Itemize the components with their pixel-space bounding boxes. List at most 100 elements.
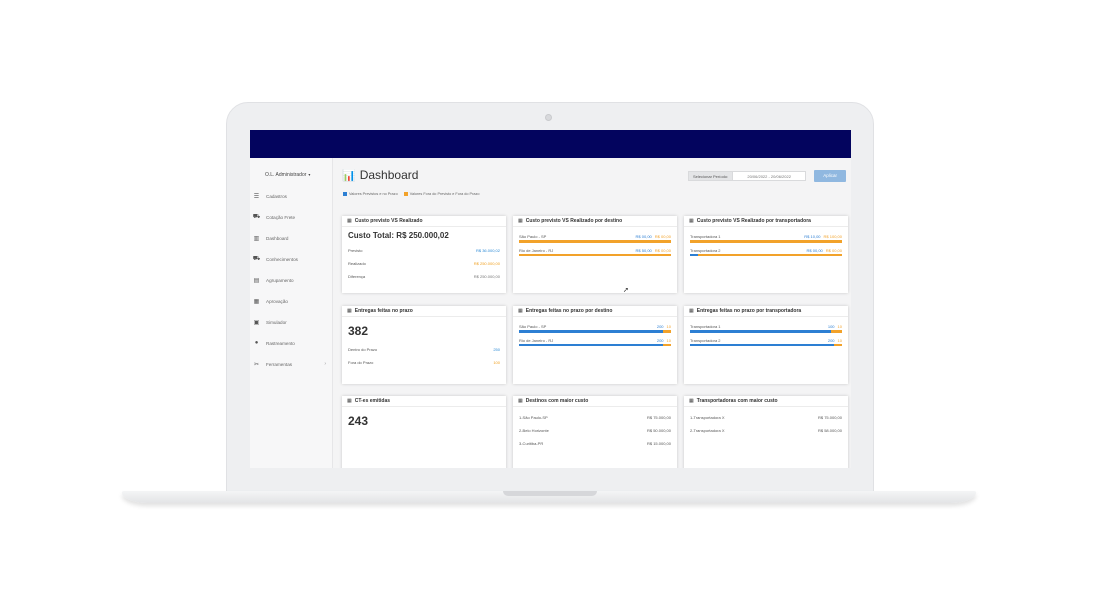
card-header: ▦ Entregas feitas no prazo — [342, 306, 506, 317]
sidebar-item-label: Conhecimentos — [266, 256, 298, 262]
bar-list: Transportadora 1 R$ 10,00 R$ 100,00 Transpo… — [684, 227, 848, 265]
page-title: 📊 Dashboard — [342, 168, 418, 182]
sidebar-item-label: Simulador — [266, 319, 287, 325]
sidebar-item-ferramentas[interactable]: ✂ Ferramentas › — [253, 358, 329, 370]
user-menu[interactable]: O.L. Administrador ▾ — [265, 172, 310, 178]
kv-value: 100 — [493, 360, 500, 365]
bar-track — [519, 330, 671, 333]
sidebar-item-rastreamento[interactable]: ● Rastreamento — [253, 337, 329, 349]
bar-value-orange: R$ 100,00 — [823, 234, 842, 239]
bar-fill-orange — [519, 253, 671, 256]
list-item-label: 2-Belo Horizonte — [519, 428, 549, 433]
bar-fill-blue — [519, 330, 664, 333]
bar-row: São Paulo - SP 200 10 — [519, 324, 671, 333]
sidebar-item-agrupamento[interactable]: ▤ Agrupamento — [253, 274, 329, 286]
card-title: CT-es emitidas — [354, 398, 391, 404]
period-label: Selecionar Período: — [688, 171, 734, 181]
bar-list: São Paulo - SP 200 10 Rio de Janeiro - RJ 20… — [513, 317, 677, 355]
kv-row: Realizado R$ 250.000,00 — [348, 257, 500, 270]
bar-value-blue: R$ 10,00 — [804, 234, 821, 239]
kv-value: R$ 250.000,00 — [473, 261, 500, 266]
file-check-icon: ▦ — [253, 298, 260, 305]
card-cost-total: ▦ Custo previsto VS Realizado Custo Total… — [342, 216, 506, 293]
sidebar-item-label: Rastreamento — [266, 340, 295, 346]
card-top-destinations: ▦ Destinos com maior custo 1-São Paulo-SP… — [513, 396, 677, 468]
bar-fill-blue — [690, 330, 832, 333]
bar-fill-blue — [690, 343, 835, 346]
deliveries-count: 382 — [348, 324, 369, 338]
bar-fill-orange — [690, 253, 842, 256]
card-cost-by-carrier: ▦ Custo previsto VS Realizado por transpo… — [684, 216, 848, 293]
bar-value-orange: 10 — [837, 337, 842, 343]
card-header: ▦ Transportadoras com maior custo — [684, 396, 848, 407]
kv-label: Realizado — [348, 261, 366, 266]
clipboard-icon: ▤ — [253, 277, 260, 284]
card-cost-by-destination: ▦ Custo previsto VS Realizado por destino… — [513, 216, 677, 293]
map-marker-icon: ● — [254, 340, 259, 346]
card-header: ▦ CT-es emitidas — [342, 396, 506, 407]
card-title: Custo previsto VS Realizado por transpor… — [696, 218, 811, 224]
sidebar-item-cota-o-frete[interactable]: ⛟ Cotação Frete — [253, 211, 329, 223]
file-icon: ▦ — [518, 398, 523, 404]
file-icon: ▦ — [689, 218, 694, 224]
file-icon: ▦ — [518, 218, 523, 224]
bar-row: São Paulo - SP R$ 00,00 R$ 00,00 — [519, 234, 671, 243]
sidebar-item-conhecimentos[interactable]: ⛟ Conhecimentos — [253, 253, 329, 265]
card-cte: ▦ CT-es emitidas 243 — [342, 396, 506, 468]
bar-row: Rio de Janeiro - RJ 200 10 — [519, 337, 671, 346]
list-item-value: R$ 75.000,00 — [646, 415, 671, 420]
sidebar-item-label: Dashboard — [266, 235, 289, 241]
file-icon: ▦ — [347, 398, 352, 404]
card-title: Entregas feitas no prazo por transportad… — [696, 308, 802, 314]
list-item-label: 2-Transportadora X — [690, 428, 725, 433]
wrench-icon: ✂ — [253, 361, 260, 368]
caret-down-icon: ▾ — [308, 172, 311, 177]
bar-label: São Paulo - SP — [519, 324, 547, 329]
sidebar-item-label: Cotação Frete — [266, 214, 296, 220]
bar-value-blue: 100 — [827, 324, 835, 329]
bar-track — [690, 253, 842, 256]
sidebar-item-dashboard[interactable]: ▥ Dashboard — [253, 232, 329, 244]
page-title-text: Dashboard — [359, 168, 419, 182]
bar-list: Transportadora 1 100 10 Transportadora 2 200… — [684, 317, 848, 355]
sidebar-item-label: Aprovação — [266, 298, 288, 304]
file-icon: ▦ — [518, 308, 523, 314]
card-header: ▦ Entregas feitas no prazo por transporta… — [684, 306, 848, 317]
bar-fill-orange — [690, 240, 842, 243]
bar-value-blue: 200 — [656, 337, 664, 343]
bar-chart-icon: 📊 — [342, 169, 356, 182]
period-input[interactable]: 20/06/2022 - 20/06/2022 — [733, 171, 807, 181]
list-item-label: 1-Transportadora X — [690, 415, 725, 420]
card-title: Entregas feitas no prazo — [354, 308, 413, 314]
bar-label: Transportadora 2 — [690, 247, 721, 253]
kv-label: Diferença — [348, 274, 366, 279]
kv-row: Diferença R$ 250.000,00 — [348, 270, 500, 283]
bar-track — [690, 240, 842, 243]
sidebar-item-label: Cadastros — [266, 193, 287, 199]
bar-row: Transportadora 2 R$ 00,00 R$ 00,00 — [690, 247, 842, 256]
bar-label: Transportadora 2 — [690, 337, 721, 343]
apply-button[interactable]: Aplicar — [814, 170, 847, 182]
bar-value-orange: R$ 00,00 — [654, 234, 671, 239]
sidebar-item-cadastros[interactable]: ☰ Cadastros — [253, 190, 329, 202]
bar-value-blue: R$ 50,00 — [635, 247, 652, 253]
calculator-icon: ▣ — [253, 319, 260, 326]
sidebar-item-simulador[interactable]: ▣ Simulador — [253, 316, 329, 328]
file-icon: ▦ — [689, 308, 694, 314]
truck-icon: ⛟ — [252, 214, 261, 220]
card-title: Destinos com maior custo — [525, 398, 589, 404]
sidebar-item-aprova-o[interactable]: ▦ Aprovação — [253, 295, 329, 307]
card-title: Transportadoras com maior custo — [696, 398, 778, 404]
user-name: O.L. Administrador — [265, 172, 307, 178]
bar-label: São Paulo - SP — [519, 234, 547, 239]
top-navbar — [250, 130, 851, 158]
bar-track — [519, 253, 671, 256]
legend-label: Valores Fora do Previsto e Fora do Prazo — [409, 192, 480, 196]
bar-value-blue: R$ 00,00 — [635, 234, 652, 239]
file-icon: ▦ — [347, 218, 352, 224]
bar-label: Transportadora 1 — [690, 234, 721, 239]
legend-label: Valores Previstos e no Prazo — [349, 192, 398, 196]
list-item: 2-Transportadora X R$ 58.000,00 — [690, 424, 842, 437]
camera-icon — [545, 114, 552, 121]
list-item-value: R$ 75.000,00 — [817, 415, 842, 420]
